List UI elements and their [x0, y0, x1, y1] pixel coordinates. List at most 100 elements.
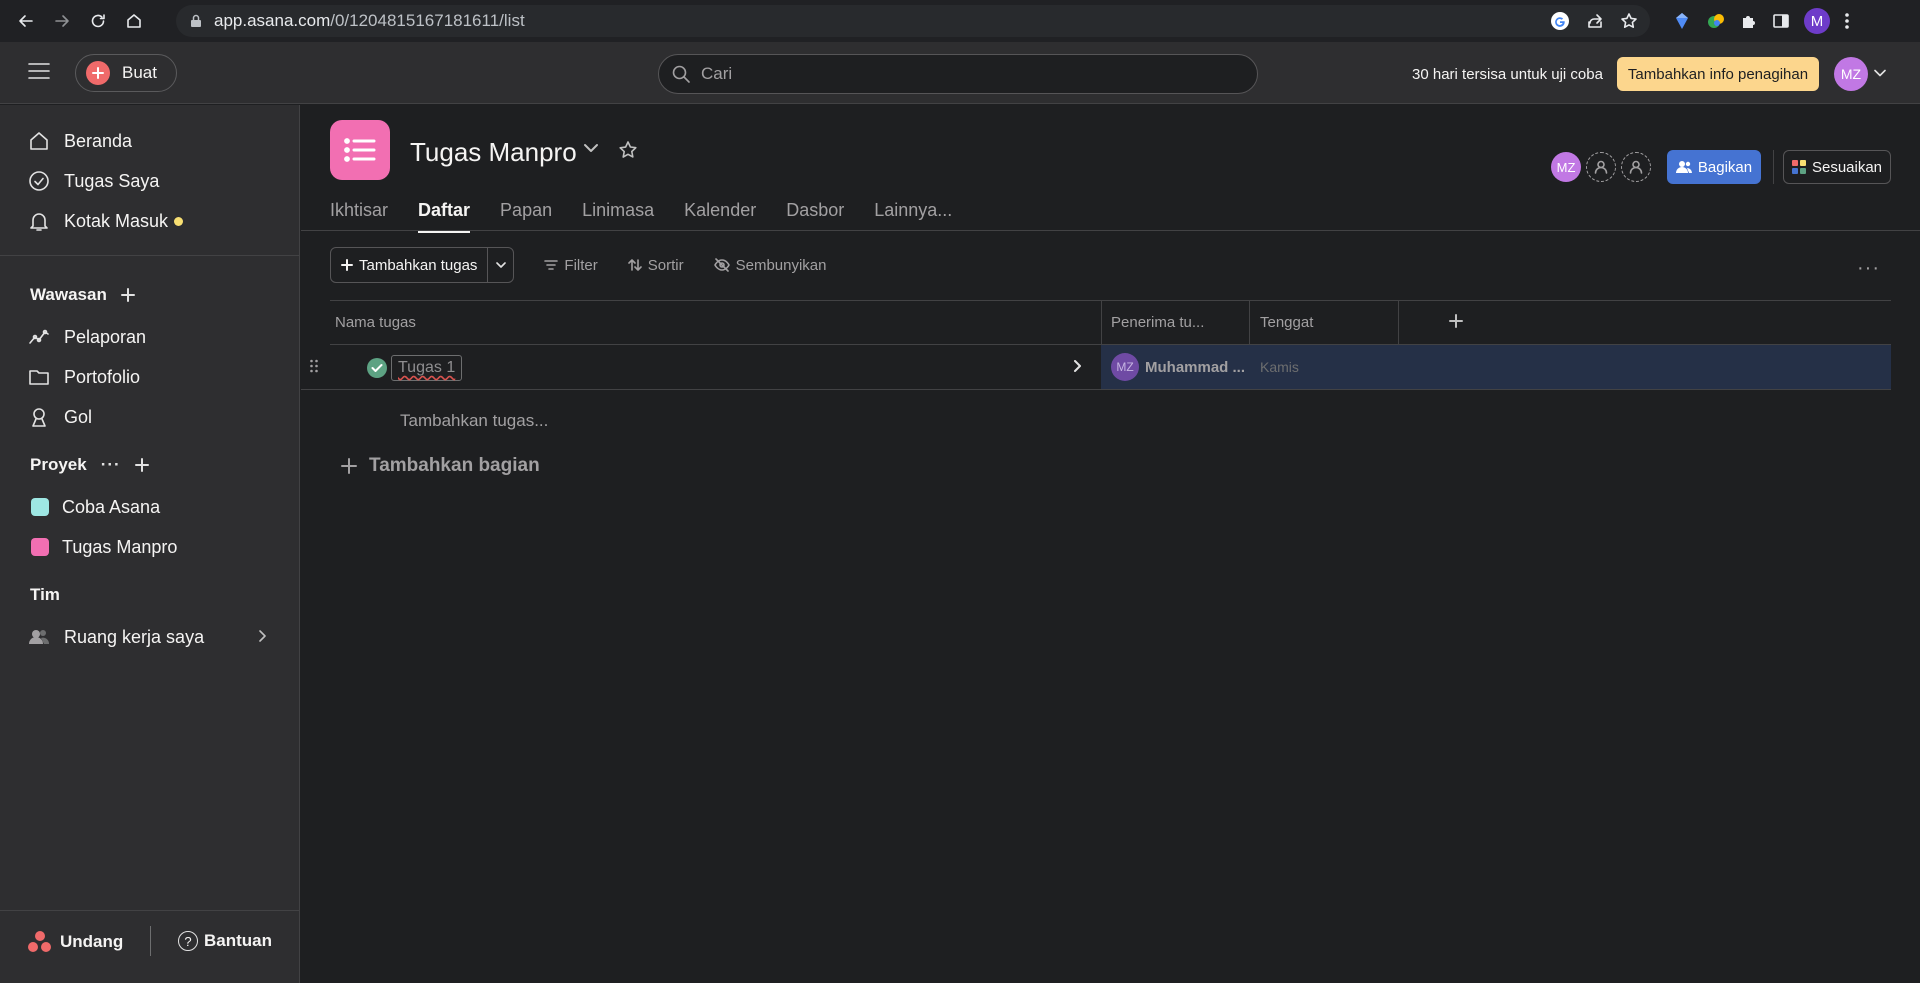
user-avatar[interactable]: MZ: [1834, 57, 1868, 91]
tab-calendar[interactable]: Kalender: [684, 187, 756, 233]
project-list-icon[interactable]: [330, 120, 390, 180]
chevron-down-icon[interactable]: [583, 143, 599, 153]
add-member-icon[interactable]: [1621, 152, 1651, 182]
sidebar-item-label: Coba Asana: [62, 496, 161, 517]
forward-icon[interactable]: [46, 5, 78, 37]
project-color-square: [31, 498, 49, 516]
add-section-button[interactable]: Tambahkan bagian: [341, 455, 540, 477]
asana-logo-icon: [28, 931, 52, 953]
search-icon: [671, 64, 691, 84]
sidebar-item-label: Portofolio: [64, 366, 141, 387]
hide-button[interactable]: Sembunyikan: [713, 256, 827, 274]
add-project-icon[interactable]: [134, 458, 149, 472]
puzzle-icon[interactable]: [1740, 12, 1758, 30]
sidebar-item-my-tasks[interactable]: Tugas Saya: [28, 165, 159, 197]
home-icon: [28, 130, 56, 152]
sidepanel-icon[interactable]: [1772, 12, 1790, 30]
column-header-task-name[interactable]: Nama tugas: [335, 301, 416, 345]
sidebar-item-tugas-manpro[interactable]: Tugas Manpro: [28, 531, 177, 563]
sidebar: Beranda Tugas Saya Kotak Masuk Wawasan P…: [0, 105, 300, 983]
sidebar-item-goals[interactable]: Gol: [28, 401, 92, 433]
trial-text: 30 hari tersisa untuk uji coba: [1412, 66, 1603, 83]
extension-color-icon[interactable]: [1706, 11, 1726, 31]
add-insight-icon[interactable]: [120, 288, 135, 302]
sort-button[interactable]: Sortir: [627, 257, 684, 274]
customize-button[interactable]: Sesuaikan: [1783, 150, 1891, 184]
search-input[interactable]: [701, 64, 1221, 84]
team-heading: Tim: [30, 585, 60, 605]
footer-divider: [150, 926, 151, 956]
add-task-inline[interactable]: Tambahkan tugas...: [400, 411, 548, 431]
browser-profile-avatar[interactable]: M: [1804, 8, 1830, 34]
more-icon[interactable]: ···: [101, 455, 121, 475]
column-header-assignee[interactable]: Penerima tu...: [1111, 301, 1204, 345]
sidebar-item-label: Pelaporan: [64, 326, 147, 347]
hide-label: Sembunyikan: [735, 256, 827, 274]
sidebar-item-reporting[interactable]: Pelaporan: [28, 321, 146, 353]
create-button[interactable]: Buat: [75, 54, 177, 92]
header-divider: [1773, 150, 1774, 184]
sidebar-item-inbox[interactable]: Kotak Masuk: [28, 205, 184, 237]
assignee-cell[interactable]: MZ Muhammad ...: [1111, 353, 1245, 381]
plus-icon: [341, 259, 353, 271]
add-column-icon[interactable]: [1448, 313, 1464, 329]
add-task-button[interactable]: Tambahkan tugas: [331, 248, 487, 282]
tab-board[interactable]: Papan: [500, 187, 552, 233]
share-page-icon[interactable]: [1586, 12, 1604, 30]
share-button[interactable]: Bagikan: [1667, 150, 1761, 184]
browser-menu-icon[interactable]: [1844, 12, 1850, 30]
filter-icon: [544, 260, 559, 270]
add-member-icon[interactable]: [1586, 152, 1616, 182]
sidebar-item-home[interactable]: Beranda: [28, 125, 132, 157]
sidebar-divider: [0, 255, 300, 256]
column-header-due-date[interactable]: Tenggat: [1260, 301, 1313, 345]
extension-blue-icon[interactable]: [1672, 11, 1692, 31]
home-browser-icon[interactable]: [118, 5, 150, 37]
help-label: Bantuan: [204, 931, 272, 950]
add-task-button-group: Tambahkan tugas: [330, 247, 515, 283]
tab-list[interactable]: Daftar: [418, 187, 471, 233]
sidebar-item-portfolio[interactable]: Portofolio: [28, 361, 140, 393]
google-icon[interactable]: [1550, 11, 1570, 31]
customize-label: Sesuaikan: [1811, 158, 1883, 176]
chevron-down-icon[interactable]: [1874, 69, 1886, 77]
add-billing-button[interactable]: Tambahkan info penagihan: [1617, 57, 1819, 91]
lock-icon: [190, 14, 202, 28]
complete-task-checkbox[interactable]: [367, 358, 387, 378]
drag-handle-icon[interactable]: [309, 358, 319, 374]
sidebar-item-coba-asana[interactable]: Coba Asana: [28, 491, 160, 523]
sidebar-item-workspace[interactable]: Ruang kerja saya: [28, 621, 204, 653]
reload-icon[interactable]: [82, 5, 114, 37]
address-bar[interactable]: app.asana.com/0/1204815167181611/list: [176, 5, 1650, 37]
project-title[interactable]: Tugas Manpro: [410, 137, 577, 168]
list-toolbar: Tambahkan tugas Filter Sortir Sembunyika…: [330, 247, 827, 283]
star-icon[interactable]: [618, 140, 638, 160]
chevron-right-icon[interactable]: [258, 630, 266, 642]
due-date-cell[interactable]: Kamis: [1260, 359, 1299, 375]
add-task-dropdown[interactable]: [487, 248, 513, 282]
chevron-right-icon[interactable]: [1073, 360, 1081, 372]
tab-more[interactable]: Lainnya...: [874, 187, 952, 233]
bookmark-star-icon[interactable]: [1620, 12, 1638, 30]
sidebar-item-label: Beranda: [64, 130, 133, 151]
invite-button[interactable]: Undang: [28, 931, 123, 953]
member-avatar[interactable]: MZ: [1551, 152, 1581, 182]
menu-icon[interactable]: [28, 62, 50, 80]
team-heading-label: Tim: [30, 585, 60, 604]
table-row[interactable]: Tugas 1 MZ Muhammad ... Kamis: [301, 345, 1891, 390]
task-name-input[interactable]: Tugas 1: [391, 355, 463, 381]
search-box[interactable]: [658, 54, 1258, 94]
more-options-icon[interactable]: ···: [1857, 257, 1880, 280]
back-icon[interactable]: [10, 5, 42, 37]
assignee-name: Muhammad ...: [1145, 358, 1246, 376]
tab-overview[interactable]: Ikhtisar: [330, 187, 388, 233]
tab-timeline[interactable]: Linimasa: [582, 187, 654, 233]
project-members[interactable]: MZ: [1551, 152, 1651, 182]
insights-heading: Wawasan: [30, 285, 135, 305]
chevron-down-icon: [496, 262, 506, 268]
tab-dashboard[interactable]: Dasbor: [786, 187, 844, 233]
plus-icon: [341, 458, 357, 474]
filter-button[interactable]: Filter: [544, 257, 598, 274]
help-button[interactable]: ? Bantuan: [178, 931, 272, 951]
app-topbar: Buat 30 hari tersisa untuk uji coba Tamb…: [0, 42, 1920, 104]
